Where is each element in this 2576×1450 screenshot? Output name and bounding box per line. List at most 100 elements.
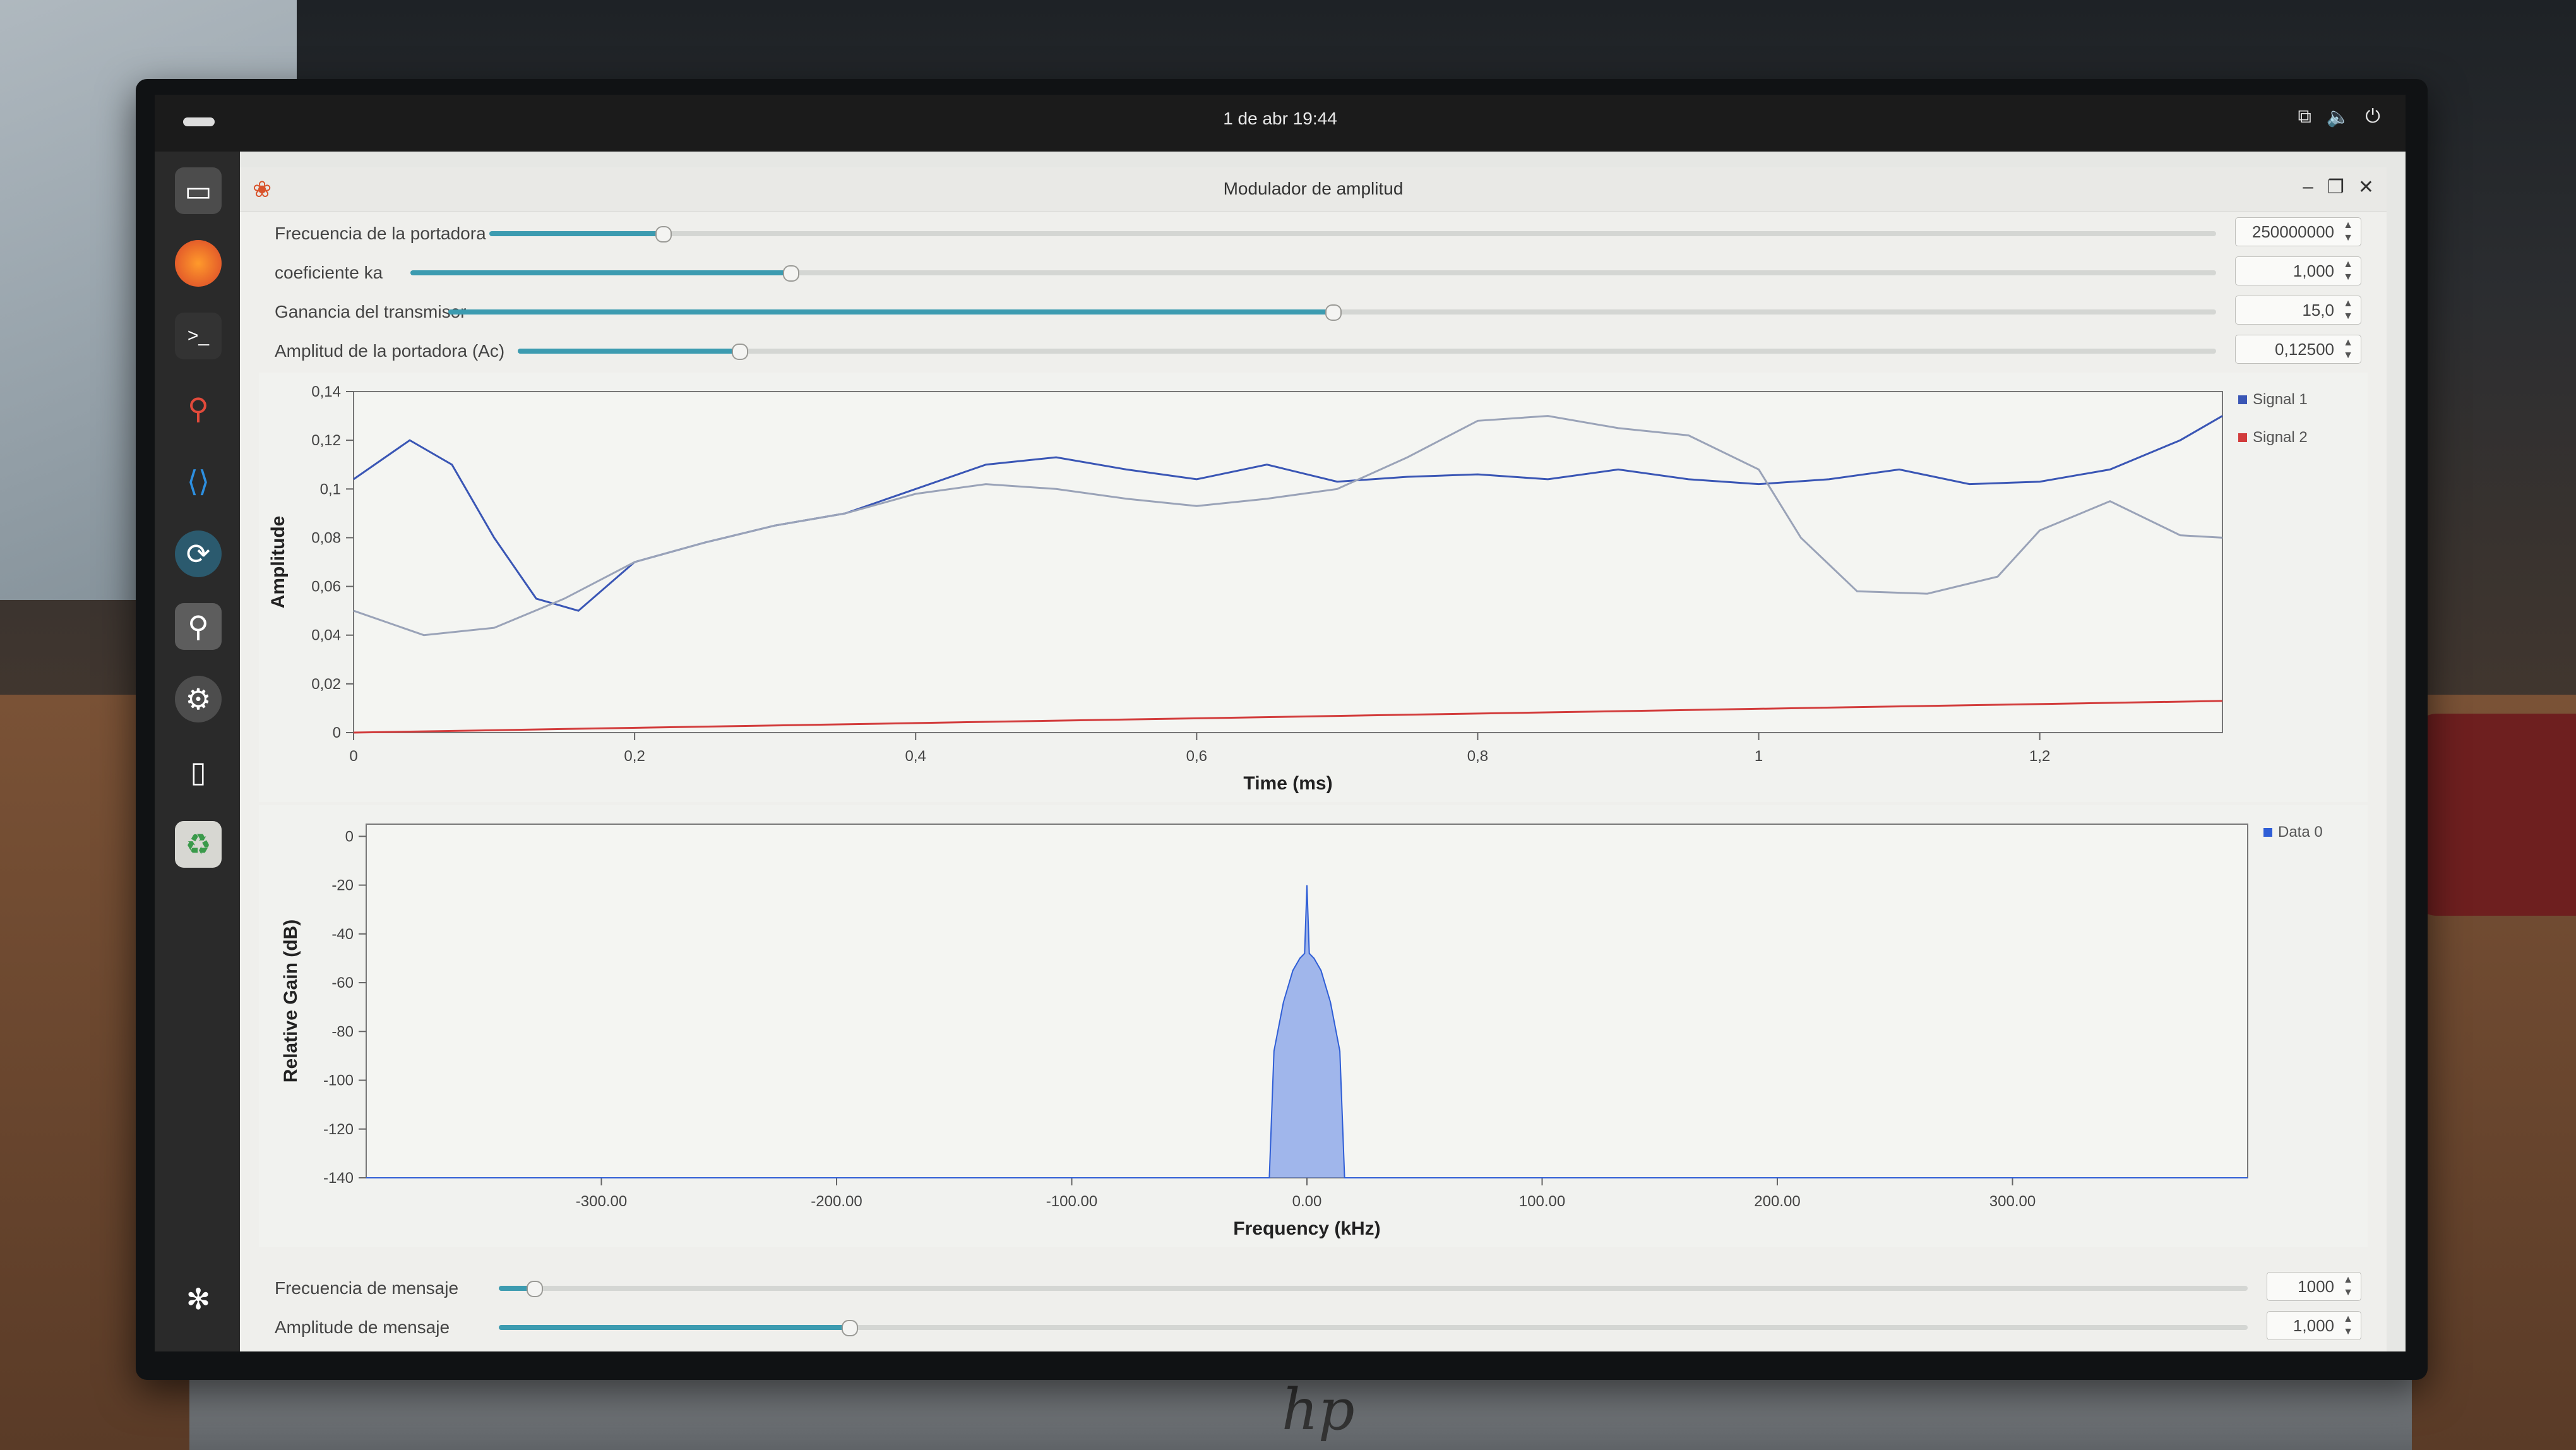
clock[interactable]: 1 de abr 19:44 <box>155 109 2406 129</box>
slider-row: Frecuencia de mensaje 1000 ▲ ▼ <box>240 1269 2387 1307</box>
x-tick-label: 0 <box>349 748 357 765</box>
window-title: Modulador de amplitud <box>1223 179 1404 198</box>
x-tick-label: 0,4 <box>905 748 926 765</box>
close-icon[interactable]: ✕ <box>2358 176 2374 198</box>
slider-label: Ganancia del transmisor <box>275 302 467 321</box>
spin-arrows-icon[interactable]: ▲ ▼ <box>2339 219 2357 244</box>
volume-icon[interactable]: 🔈 <box>2327 106 2350 128</box>
legend-label: Signal 1 <box>2253 391 2308 408</box>
legend-label: Data 0 <box>2278 824 2323 841</box>
slider-track[interactable] <box>499 1320 2248 1336</box>
value-spinbox[interactable]: 1000 ▲ ▼ <box>2267 1272 2361 1301</box>
y-axis-label: Relative Gain (dB) <box>280 920 301 1082</box>
trash-icon[interactable]: ♻ <box>175 821 222 868</box>
slider-handle[interactable] <box>655 226 672 243</box>
slider-label: Frecuencia de la portadora <box>275 224 486 243</box>
value-spinbox[interactable]: 15,0 ▲ ▼ <box>2235 296 2361 325</box>
slider-track[interactable] <box>410 265 2216 282</box>
x-tick-label: 100.00 <box>1519 1193 1565 1210</box>
gnuradio-icon[interactable]: ⚲ <box>175 385 222 432</box>
value-spinbox[interactable]: 1,000 ▲ ▼ <box>2235 256 2361 285</box>
y-tick-label: -60 <box>331 974 354 992</box>
slider-handle[interactable] <box>527 1281 544 1297</box>
value-spinbox[interactable]: 1,000 ▲ ▼ <box>2267 1311 2361 1340</box>
slider-fill <box>518 349 739 354</box>
value-spinbox[interactable]: 0,12500 ▲ ▼ <box>2235 335 2361 364</box>
x-tick-label: 0,6 <box>1186 748 1207 765</box>
slider-track[interactable] <box>499 1281 2248 1297</box>
slider-handle[interactable] <box>842 1320 858 1336</box>
x-axis-label: Time (ms) <box>1243 773 1332 794</box>
maximize-icon[interactable]: ❐ <box>2327 176 2344 198</box>
slider-track[interactable] <box>448 304 2216 321</box>
hp-logo: hp <box>1282 1377 1355 1443</box>
slider-label: coeficiente ka <box>275 263 383 282</box>
slider-handle[interactable] <box>1325 304 1342 321</box>
minimize-icon[interactable]: – <box>2303 176 2313 198</box>
y-tick-label: 0,06 <box>311 578 341 596</box>
vscode-icon[interactable]: ⟨⟩ <box>175 458 222 505</box>
slider-handle[interactable] <box>731 344 748 360</box>
slider-fill <box>410 270 790 275</box>
x-tick-label: 1,2 <box>2029 748 2050 765</box>
time-plot-svg: 0 0,2 0,4 0,6 0,8 1 1,2 0 0,02 0,04 0,06 0,08 0,1 0,1… <box>268 383 2308 794</box>
spinbox-value: 15,0 <box>2302 300 2334 320</box>
dock: ▭ >_ ⚲ ⟨⟩ ⟳ ⚲ ⚙ ▯ ♻ ✻ <box>155 152 240 1351</box>
slider-handle[interactable] <box>782 265 799 282</box>
document-icon[interactable]: ▯ <box>175 748 222 795</box>
x-axis-label: Frequency (kHz) <box>1233 1218 1380 1239</box>
x-tick-label: 300.00 <box>1989 1193 2036 1210</box>
app-window: ❀ Modulador de amplitud – ❐ ✕ Frecuencia… <box>240 167 2387 1351</box>
frequency-plot[interactable]: -300.00 -200.00 -100.00 0.00 100.00 200.00 300… <box>259 805 2368 1247</box>
power-icon[interactable]: ⏻ <box>2365 106 2380 128</box>
system-tray[interactable]: ⧉ 🔈 ⏻ <box>2298 106 2380 128</box>
slider-label: Amplitude de mensaje <box>275 1317 450 1337</box>
slider-fill <box>489 231 662 236</box>
desktop-screen: 1 de abr 19:44 ⧉ 🔈 ⏻ ▭ >_ ⚲ ⟨⟩ ⟳ ⚲ ⚙ ▯ ♻… <box>155 95 2406 1351</box>
spin-arrows-icon[interactable]: ▲ ▼ <box>2339 1313 2357 1338</box>
y-tick-label: 0,14 <box>311 383 341 400</box>
slider-row: Amplitud de la portadora (Ac) 0,12500 ▲ ▼ <box>240 332 2387 370</box>
y-tick-label: -20 <box>331 877 354 894</box>
y-tick-label: 0,02 <box>311 676 341 693</box>
y-tick-label: -40 <box>331 926 354 943</box>
spin-arrows-icon[interactable]: ▲ ▼ <box>2339 297 2357 323</box>
search-icon[interactable]: ⚲ <box>175 603 222 650</box>
slider-label: Frecuencia de mensaje <box>275 1278 459 1298</box>
y-tick-label: -100 <box>323 1072 354 1089</box>
slider-row: coeficiente ka 1,000 ▲ ▼ <box>240 254 2387 292</box>
legend-label: Signal 2 <box>2253 429 2308 446</box>
y-tick-label: 0 <box>333 724 341 741</box>
spin-arrows-icon[interactable]: ▲ ▼ <box>2339 258 2357 284</box>
legend-swatch <box>2238 395 2247 404</box>
spin-arrows-icon[interactable]: ▲ ▼ <box>2339 1274 2357 1299</box>
y-tick-label: 0 <box>345 828 354 845</box>
y-tick-label: -120 <box>323 1121 354 1138</box>
spinbox-value: 1000 <box>2298 1276 2334 1296</box>
time-plot[interactable]: 0 0,2 0,4 0,6 0,8 1 1,2 0 0,02 0,04 0,06 0,08 0,1 0,1… <box>259 373 2368 802</box>
legend-swatch <box>2238 433 2247 442</box>
value-spinbox[interactable]: 250000000 ▲ ▼ <box>2235 217 2361 246</box>
firefox-icon[interactable] <box>175 240 222 287</box>
slider-label: Amplitud de la portadora (Ac) <box>275 341 505 361</box>
spinbox-value: 1,000 <box>2293 1315 2334 1335</box>
y-tick-label: 0,1 <box>320 481 341 498</box>
software-update-icon[interactable]: ⟳ <box>175 530 222 577</box>
show-apps-icon[interactable]: ✻ <box>175 1276 222 1322</box>
spin-arrows-icon[interactable]: ▲ ▼ <box>2339 337 2357 362</box>
slider-row: Ganancia del transmisor 15,0 ▲ ▼ <box>240 293 2387 331</box>
x-tick-label: -200.00 <box>811 1193 862 1210</box>
x-tick-label: -300.00 <box>576 1193 627 1210</box>
y-tick-label: -140 <box>323 1170 354 1187</box>
terminal-icon[interactable]: >_ <box>175 313 222 359</box>
settings-gear-icon[interactable]: ⚙ <box>175 676 222 722</box>
spinbox-value: 250000000 <box>2251 222 2334 241</box>
slider-track[interactable] <box>518 344 2216 360</box>
x-tick-label: 1 <box>1755 748 1763 765</box>
spinbox-value: 1,000 <box>2293 261 2334 280</box>
files-icon[interactable]: ▭ <box>175 167 222 214</box>
slider-row: Amplitude de mensaje 1,000 ▲ ▼ <box>240 1309 2387 1346</box>
frequency-plot-svg: -300.00 -200.00 -100.00 0.00 100.00 200.00 300… <box>280 824 2323 1239</box>
slider-track[interactable] <box>489 226 2216 243</box>
network-icon[interactable]: ⧉ <box>2298 106 2311 128</box>
